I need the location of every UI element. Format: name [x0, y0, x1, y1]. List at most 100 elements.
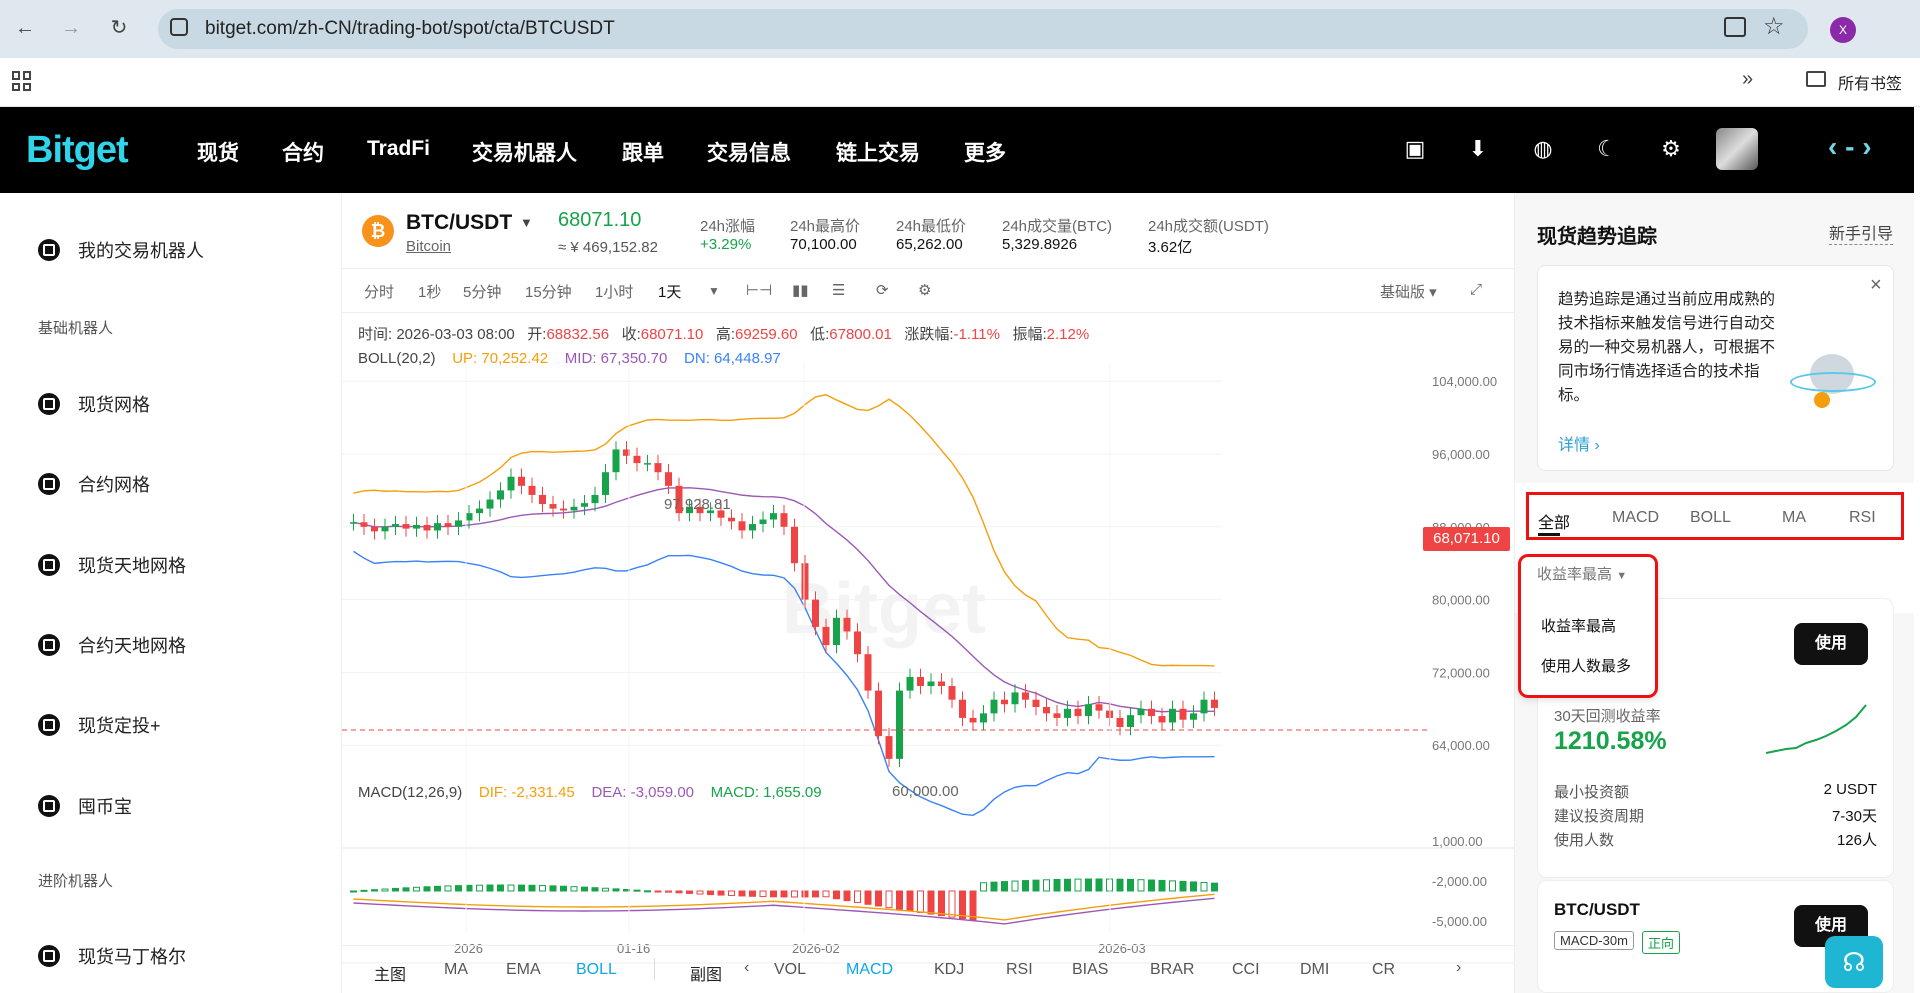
tab-kdj[interactable]: KDJ — [934, 961, 964, 979]
macd-bar — [1148, 879, 1155, 892]
candle-body — [350, 522, 357, 524]
candle-body — [476, 508, 483, 514]
tab-rsi[interactable]: RSI — [1006, 961, 1033, 979]
tabs-left-arrow-icon[interactable]: ‹ — [744, 959, 749, 977]
all-bookmarks[interactable]: 所有书签 — [1838, 70, 1902, 94]
chart-gear-icon[interactable]: ⚙ — [918, 281, 931, 299]
macd-bar — [371, 889, 378, 892]
beginner-guide-link[interactable]: 新手引导 — [1829, 220, 1894, 245]
macd-bar — [360, 889, 368, 892]
globe-icon[interactable]: ◍ — [1528, 134, 1558, 164]
tab-filter-rsi[interactable]: RSI — [1849, 509, 1876, 527]
stat-turnover: 24h成交额(USDT) 3.62亿 — [1148, 218, 1269, 256]
moon-icon[interactable]: ☾ — [1592, 134, 1622, 164]
macd-bar — [413, 886, 420, 892]
support-icon[interactable]: ☊ — [1825, 936, 1883, 988]
tab-ema[interactable]: EMA — [506, 961, 541, 979]
nav-tradfi[interactable]: TradFi — [367, 137, 430, 161]
my-bots-link[interactable]: 我的交易机器人 — [38, 237, 204, 263]
macd-bar — [539, 885, 546, 892]
coin-name-link[interactable]: Bitcoin — [406, 238, 451, 255]
apps-icon[interactable] — [12, 71, 32, 91]
nav-trading-info[interactable]: 交易信息 — [707, 137, 791, 167]
candle-body — [1148, 708, 1155, 717]
version-select[interactable]: 基础版 ▾ — [1380, 281, 1437, 302]
indicator-icon[interactable]: ⊢⊣ — [746, 281, 772, 299]
forward-icon[interactable]: → — [58, 13, 84, 43]
details-link[interactable]: 详情 › — [1558, 431, 1600, 455]
period-label: 建议投资周期 — [1554, 808, 1645, 825]
nav-futures[interactable]: 合约 — [282, 137, 324, 167]
period-5m[interactable]: 5分钟 — [463, 281, 501, 302]
tab-macd[interactable]: MACD — [846, 961, 893, 979]
period-1h[interactable]: 1小时 — [595, 281, 633, 302]
close-icon[interactable]: × — [1870, 274, 1882, 297]
refresh-icon[interactable]: ⟳ — [876, 281, 889, 299]
tab-dmi[interactable]: DMI — [1300, 961, 1329, 979]
macd-bar — [822, 890, 830, 898]
download-icon[interactable]: ⬇ — [1463, 134, 1493, 164]
bitget-logo[interactable]: Bitget — [26, 129, 129, 172]
tab-cr[interactable]: CR — [1372, 961, 1395, 979]
robot-icon — [38, 239, 60, 261]
settings-list-icon[interactable]: ☰ — [832, 281, 845, 299]
candle-body — [875, 690, 882, 737]
nav-copy-trading[interactable]: 跟单 — [622, 137, 664, 167]
nav-trading-bot[interactable]: 交易机器人 — [472, 137, 577, 167]
period-timeline[interactable]: 分时 — [364, 281, 394, 302]
period-1s[interactable]: 1秒 — [418, 281, 441, 302]
macd-bar — [854, 890, 861, 903]
tab-ma[interactable]: MA — [444, 961, 468, 979]
sidebar-item-futures-infinity-grid[interactable]: 合约天地网格 — [38, 632, 186, 658]
nav-onchain[interactable]: 链上交易 — [836, 137, 920, 167]
profile-avatar[interactable]: X — [1830, 17, 1856, 43]
tab-all[interactable]: 全部 — [1538, 509, 1570, 533]
reload-icon[interactable]: ↻ — [106, 13, 132, 43]
bookmarks-overflow-icon[interactable]: » — [1742, 68, 1753, 91]
sidebar-item-futures-grid[interactable]: 合约网格 — [38, 471, 150, 497]
nav-more[interactable]: 更多 — [964, 137, 1006, 167]
tab-filter-macd[interactable]: MACD — [1612, 509, 1659, 527]
use-button[interactable]: 使用 — [1794, 623, 1868, 665]
candle-body — [1200, 699, 1208, 714]
gear-icon[interactable]: ⚙ — [1656, 134, 1686, 164]
period-15m[interactable]: 15分钟 — [525, 281, 572, 302]
macd-bar — [549, 885, 557, 892]
candlestick-chart[interactable]: Bitget 104,000.0096,000.0088,000.0080,00… — [342, 313, 1514, 993]
back-icon[interactable]: ← — [12, 13, 38, 43]
star-icon[interactable]: ☆ — [1763, 12, 1785, 41]
logout-icon[interactable]: ‹ - › — [1828, 131, 1872, 163]
site-info-icon[interactable] — [170, 18, 188, 36]
install-icon[interactable] — [1724, 17, 1746, 37]
period-dropdown-icon[interactable]: ▼ — [708, 284, 720, 298]
tab-filter-ma[interactable]: MA — [1782, 509, 1806, 527]
user-avatar[interactable] — [1716, 128, 1758, 170]
sidebar-item-spot-martingale[interactable]: 现货马丁格尔 — [38, 943, 186, 969]
period-1d[interactable]: 1天 — [658, 281, 681, 302]
sort-option-users[interactable]: 使用人数最多 — [1541, 655, 1631, 676]
sidebar-item-spot-infinity-grid[interactable]: 现货天地网格 — [38, 552, 186, 578]
candle-type-icon[interactable]: ▮▮ — [792, 281, 809, 299]
sort-select[interactable]: 收益率最高 ▼ — [1537, 563, 1627, 584]
tab-bias[interactable]: BIAS — [1072, 961, 1108, 979]
tab-filter-boll[interactable]: BOLL — [1690, 509, 1731, 527]
tab-brar[interactable]: BRAR — [1150, 961, 1194, 979]
candle-body — [654, 463, 662, 473]
price-cny: ≈ ¥ 469,152.82 — [558, 239, 658, 256]
tab-cci[interactable]: CCI — [1232, 961, 1260, 979]
tab-vol[interactable]: VOL — [774, 961, 806, 979]
fullscreen-icon[interactable]: ⤢ — [1470, 281, 1482, 298]
pair-selector[interactable]: BTC/USDT — [406, 211, 512, 235]
pair-dropdown-icon[interactable]: ▼ — [520, 215, 533, 230]
tab-boll[interactable]: BOLL — [576, 961, 617, 979]
nav-spot[interactable]: 现货 — [197, 137, 239, 167]
tabs-right-arrow-icon[interactable]: › — [1456, 959, 1461, 977]
sidebar-item-coin-hoard[interactable]: 囤币宝 — [38, 793, 132, 819]
sidebar-item-spot-dca[interactable]: 现货定投+ — [38, 712, 161, 738]
vault-icon — [38, 795, 60, 817]
sort-option-roi[interactable]: 收益率最高 — [1541, 615, 1616, 636]
macd-bar — [402, 887, 410, 892]
wallet-icon[interactable]: ▣ — [1400, 134, 1430, 164]
sidebar-item-spot-grid[interactable]: 现货网格 — [38, 391, 150, 417]
candle-body — [885, 736, 893, 759]
